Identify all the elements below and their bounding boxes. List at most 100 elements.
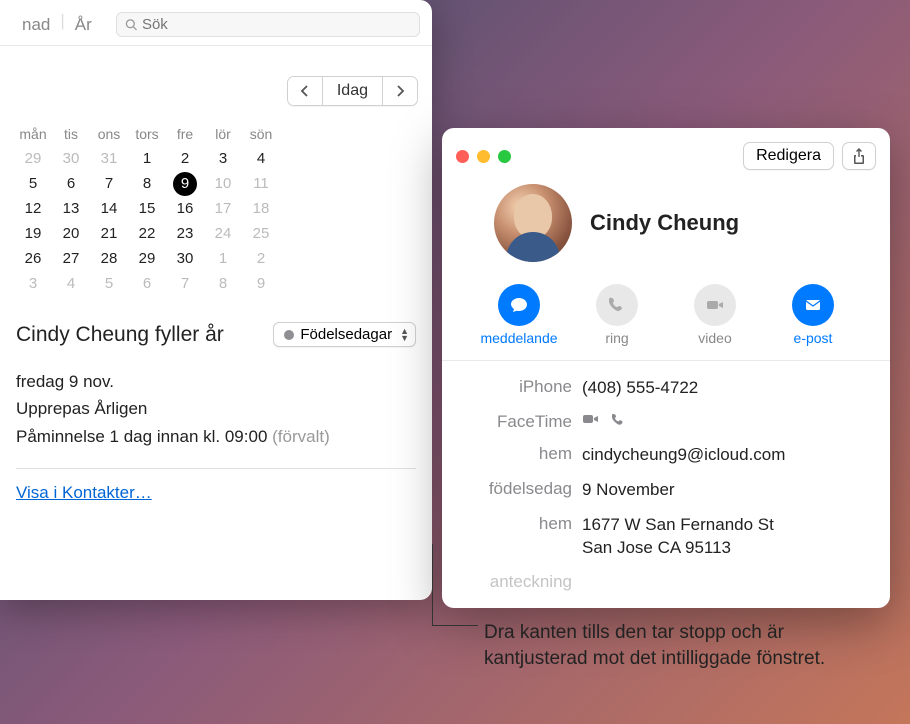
dow-label: tors: [128, 122, 166, 146]
calendar-day[interactable]: 9: [242, 271, 280, 296]
calendar-day[interactable]: 21: [90, 221, 128, 246]
calendar-day[interactable]: 8: [128, 171, 166, 196]
phone-icon: [610, 412, 628, 426]
search-input[interactable]: [142, 16, 411, 33]
video-icon: [582, 412, 600, 426]
message-label: meddelande: [480, 330, 557, 346]
calendar-day[interactable]: 23: [166, 221, 204, 246]
calendar-day[interactable]: 14: [90, 196, 128, 221]
calendar-day[interactable]: 12: [14, 196, 52, 221]
calendar-day[interactable]: 22: [128, 221, 166, 246]
home-email-field[interactable]: hem cindycheung9@icloud.com: [442, 438, 890, 473]
calendar-day[interactable]: 5: [90, 271, 128, 296]
contact-fields: iPhone (408) 555-4722 FaceTime hem cindy…: [442, 360, 890, 608]
message-action[interactable]: meddelande: [479, 284, 559, 346]
event-reminder: Påminnelse 1 dag innan kl. 09:00 (förval…: [16, 423, 416, 450]
calendar-day[interactable]: 16: [166, 196, 204, 221]
contact-header: Cindy Cheung: [442, 176, 890, 268]
calendar-day[interactable]: 3: [204, 146, 242, 171]
note-field[interactable]: anteckning: [442, 566, 890, 598]
calendar-day[interactable]: 24: [204, 221, 242, 246]
next-button[interactable]: [383, 77, 417, 105]
window-titlebar: Redigera: [442, 128, 890, 176]
dow-label: sön: [242, 122, 280, 146]
calendar-day[interactable]: 1: [204, 246, 242, 271]
share-icon: [851, 147, 867, 165]
calendar-day[interactable]: 5: [14, 171, 52, 196]
home-address-field[interactable]: hem 1677 W San Fernando St San Jose CA 9…: [442, 508, 890, 566]
calendar-select-label: Födelsedagar: [300, 326, 392, 343]
edit-button[interactable]: Redigera: [743, 142, 834, 170]
calendar-day[interactable]: 29: [14, 146, 52, 171]
message-icon: [498, 284, 540, 326]
divider: [16, 468, 416, 469]
video-label: video: [698, 330, 731, 346]
calendar-day[interactable]: 28: [90, 246, 128, 271]
event-date: fredag 9 nov.: [16, 368, 416, 395]
dow-label: tis: [52, 122, 90, 146]
updown-icon: ▲▼: [400, 328, 409, 342]
calendar-day[interactable]: 20: [52, 221, 90, 246]
close-button[interactable]: [456, 150, 469, 163]
chevron-left-icon: [300, 85, 310, 97]
calendar-day[interactable]: 30: [52, 146, 90, 171]
calendar-day[interactable]: 2: [242, 246, 280, 271]
video-action[interactable]: video: [675, 284, 755, 346]
calendar-day[interactable]: 7: [166, 271, 204, 296]
calendar-day[interactable]: 17: [204, 196, 242, 221]
event-title: Cindy Cheung fyller år: [16, 322, 273, 348]
zoom-button[interactable]: [498, 150, 511, 163]
event-repeat: Upprepas Årligen: [16, 395, 416, 422]
month-view-tab[interactable]: nad: [12, 11, 60, 39]
calendar-color-dot: [284, 330, 294, 340]
facetime-field[interactable]: FaceTime: [442, 406, 890, 438]
calendar-day[interactable]: 13: [52, 196, 90, 221]
prev-button[interactable]: [288, 77, 322, 105]
calendar-nav: Idag: [0, 46, 432, 118]
calendar-day[interactable]: 8: [204, 271, 242, 296]
calendar-day[interactable]: 6: [128, 271, 166, 296]
calendar-day[interactable]: 7: [90, 171, 128, 196]
calendar-day[interactable]: 25: [242, 221, 280, 246]
calendar-day[interactable]: 10: [204, 171, 242, 196]
today-button[interactable]: Idag: [322, 77, 383, 105]
calendar-day[interactable]: 31: [90, 146, 128, 171]
email-action[interactable]: e-post: [773, 284, 853, 346]
calendar-day[interactable]: 6: [52, 171, 90, 196]
avatar[interactable]: [494, 184, 572, 262]
action-row: meddelande ring video e-post: [442, 268, 890, 360]
show-in-contacts-link[interactable]: Visa i Kontakter…: [16, 483, 152, 502]
calendar-day[interactable]: 3: [14, 271, 52, 296]
dow-label: ons: [90, 122, 128, 146]
iphone-field[interactable]: iPhone (408) 555-4722: [442, 371, 890, 406]
dow-label: lör: [204, 122, 242, 146]
traffic-lights: [456, 150, 511, 163]
calendar-day[interactable]: 4: [52, 271, 90, 296]
calendar-day[interactable]: 4: [242, 146, 280, 171]
calendar-day[interactable]: 19: [14, 221, 52, 246]
calendar-day[interactable]: 11: [242, 171, 280, 196]
call-label: ring: [605, 330, 628, 346]
minimize-button[interactable]: [477, 150, 490, 163]
chevron-right-icon: [395, 85, 405, 97]
search-field[interactable]: [116, 12, 420, 37]
view-tabs: nad | År: [12, 11, 102, 39]
birthday-field[interactable]: födelsedag 9 November: [442, 473, 890, 508]
event-inspector: Cindy Cheung fyller år Födelsedagar ▲▼ f…: [0, 312, 432, 513]
calendar-day[interactable]: 29: [128, 246, 166, 271]
calendar-window: nad | År Idag måntisonstorsfrelörsön2930…: [0, 0, 432, 600]
calendar-day[interactable]: 26: [14, 246, 52, 271]
dow-label: fre: [166, 122, 204, 146]
calendar-day[interactable]: 15: [128, 196, 166, 221]
calendar-day[interactable]: 1: [128, 146, 166, 171]
share-button[interactable]: [842, 142, 876, 170]
calendar-toolbar: nad | År: [0, 0, 432, 46]
calendar-day[interactable]: 9: [166, 171, 204, 196]
year-view-tab[interactable]: År: [65, 11, 102, 39]
calendar-select[interactable]: Födelsedagar ▲▼: [273, 322, 416, 347]
calendar-day[interactable]: 27: [52, 246, 90, 271]
calendar-day[interactable]: 18: [242, 196, 280, 221]
call-action[interactable]: ring: [577, 284, 657, 346]
calendar-day[interactable]: 30: [166, 246, 204, 271]
calendar-day[interactable]: 2: [166, 146, 204, 171]
